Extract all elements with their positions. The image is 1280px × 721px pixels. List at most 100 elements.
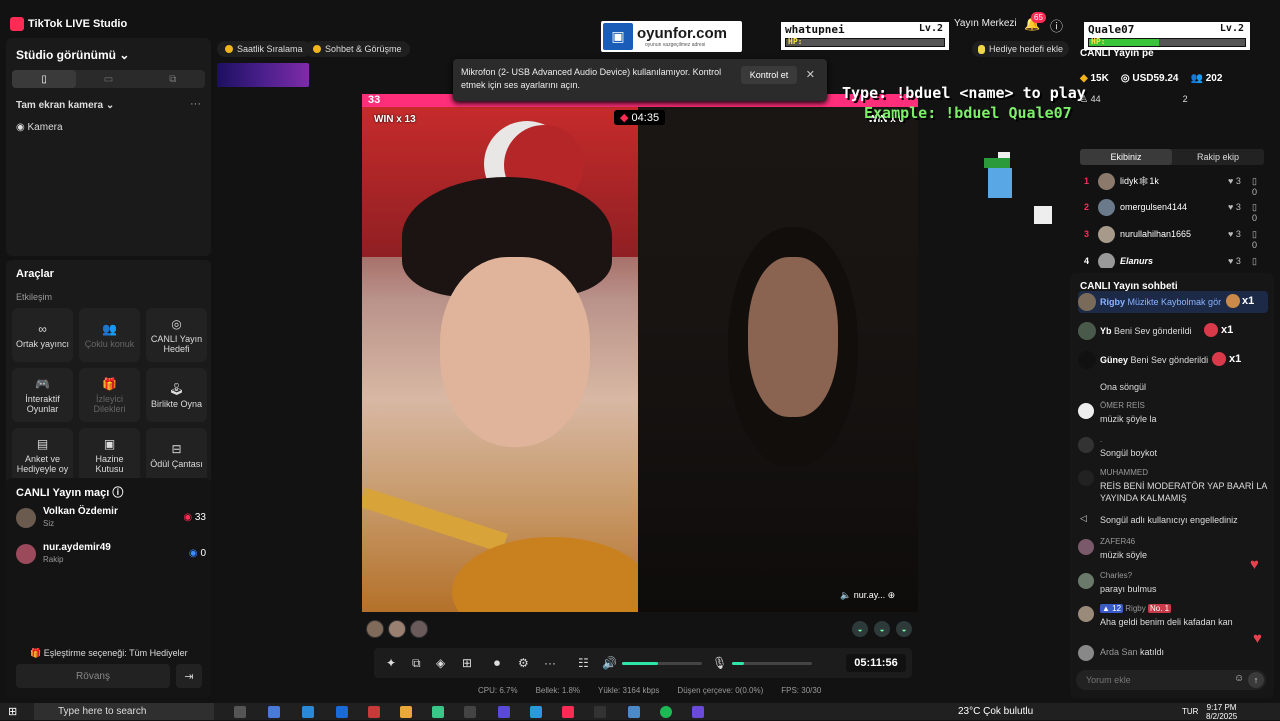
match-score: ◉ 0 bbox=[188, 548, 206, 559]
edge-icon[interactable] bbox=[530, 706, 542, 718]
check-button[interactable]: Kontrol et bbox=[741, 66, 797, 84]
gift-message[interactable]: Yb Beni Sev gönderildi x1 bbox=[1078, 320, 1268, 342]
windows-start-icon[interactable]: ⊞ bbox=[8, 705, 17, 718]
guest-seat-icon[interactable]: ◒ bbox=[852, 621, 868, 637]
record-icon[interactable]: ⏺ bbox=[494, 656, 500, 671]
duel-example: Example: !bduel Quale07 bbox=[864, 104, 1072, 122]
chat-input[interactable] bbox=[1086, 673, 1226, 687]
microphone-icon[interactable]: 🎙 bbox=[712, 656, 727, 670]
gift-message[interactable]: Güney Beni Sev gönderildi x1 bbox=[1078, 349, 1268, 371]
avatar[interactable] bbox=[366, 620, 384, 638]
block-icon: ◁ bbox=[1080, 513, 1087, 523]
emoji-icon[interactable]: ☺ bbox=[1234, 673, 1244, 684]
live-match-title: CANLI Yayın maçı ⓘ bbox=[16, 487, 124, 499]
team-row[interactable]: 4Elanurs♥ 3▯ 0 bbox=[1080, 252, 1264, 268]
volume-slider[interactable] bbox=[622, 662, 702, 665]
avatar[interactable] bbox=[410, 620, 428, 638]
close-icon[interactable]: ✕ bbox=[806, 68, 815, 81]
mic-slider[interactable] bbox=[732, 662, 812, 665]
tool-reward-bag[interactable]: ⊟ Ödül Çantası bbox=[146, 428, 207, 482]
live-duration: 05:11:56 bbox=[846, 654, 906, 672]
guest-seat-icon[interactable]: ◒ bbox=[874, 621, 890, 637]
hourly-ranking-chip[interactable]: Saatlik Sıralama bbox=[217, 41, 311, 57]
effects-icon[interactable]: ✦ bbox=[386, 656, 396, 670]
chat-message[interactable]: MUHAMMED REİS BENİ MODERATÖR YAP BAARİ LA… bbox=[1078, 468, 1268, 508]
avatar[interactable] bbox=[388, 620, 406, 638]
camera-source[interactable]: ◉ Kamera bbox=[16, 122, 63, 133]
tool-treasure-box[interactable]: ▣ Hazine Kutusu bbox=[79, 428, 140, 482]
help-icon[interactable]: ⓘ bbox=[1050, 16, 1063, 35]
more-options-icon[interactable]: ··· bbox=[190, 98, 201, 110]
app-icon[interactable] bbox=[692, 706, 704, 718]
spotify-icon[interactable] bbox=[660, 706, 672, 718]
chat-message[interactable]: Ona söngül bbox=[1078, 381, 1268, 393]
pairing-option[interactable]: 🎁 Eşleştirme seçeneği: Tüm Hediyeler bbox=[30, 648, 188, 659]
target-icon: ◎ bbox=[171, 316, 182, 331]
tool-viewer-wishes[interactable]: 🎁 İzleyici Dilekleri bbox=[79, 368, 140, 422]
coin-icon bbox=[225, 45, 233, 53]
chat-message[interactable]: ZAFER46 müzik söyle bbox=[1078, 537, 1268, 565]
promo-banner[interactable] bbox=[217, 63, 309, 87]
team-row[interactable]: 1 lidyk🕸1k ♥ 3 ▯ 0 bbox=[1080, 172, 1264, 197]
filter-icon[interactable]: ◈ bbox=[436, 656, 445, 670]
weather-widget[interactable]: 23°C Çok bulutlu bbox=[958, 706, 1033, 717]
broadcast-center-link[interactable]: Yayın Merkezi bbox=[954, 18, 1017, 29]
live-stats-secondary: ♙ 44 2 bbox=[1080, 94, 1188, 104]
speaker-icon[interactable]: 🔊 bbox=[602, 656, 617, 670]
tab-your-team[interactable]: Ekibiniz bbox=[1080, 149, 1172, 165]
system-clock[interactable]: 9:17 PM 8/2/2025 bbox=[1206, 703, 1237, 721]
chest-icon: ▣ bbox=[103, 436, 116, 451]
chevron-down-icon: ⌄ bbox=[119, 48, 130, 62]
task-view-icon[interactable] bbox=[234, 706, 246, 718]
tool-multi-guest[interactable]: 👥 Çoklu konuk bbox=[79, 308, 140, 362]
gift-message[interactable]: Rigby Müzikte Kaybolmak gör x1 bbox=[1078, 291, 1268, 313]
help-icon[interactable]: ⓘ bbox=[112, 487, 123, 499]
studio-view-dropdown[interactable]: Stüdio görünümü ⌄ bbox=[16, 48, 129, 62]
app-icon[interactable] bbox=[368, 706, 380, 718]
screen-share-icon[interactable]: ⧉ bbox=[412, 656, 421, 671]
tool-live-goal[interactable]: ◎ CANLI Yayın Hedefi bbox=[146, 308, 207, 362]
language-indicator[interactable]: TUR bbox=[1182, 707, 1198, 716]
copilot-icon[interactable] bbox=[268, 706, 280, 718]
edge-icon[interactable] bbox=[336, 706, 348, 718]
tool-interactive-games[interactable]: 🎮 İnteraktif Oyunlar bbox=[12, 368, 73, 422]
portrait-alt-mode-button[interactable]: ⧉ bbox=[141, 70, 205, 88]
adjust-icon[interactable]: ☷ bbox=[578, 656, 589, 670]
landscape-mode-button[interactable]: ▭ bbox=[76, 70, 140, 88]
team-row[interactable]: 3 nurullahilhan1665 ♥ 3 ▯ 0 bbox=[1080, 225, 1264, 250]
app-icon[interactable] bbox=[594, 706, 606, 718]
avatar bbox=[1078, 322, 1096, 340]
chat-message[interactable]: . Songül boykot bbox=[1078, 435, 1268, 463]
team-row[interactable]: 2 omergulsen4144 ♥ 3 ▯ 0 bbox=[1080, 198, 1264, 223]
chat-call-chip[interactable]: Sohbet & Görüşme bbox=[305, 41, 410, 57]
app-icon[interactable] bbox=[628, 706, 640, 718]
tool-play-together[interactable]: 🕹 Birlikte Oyna bbox=[146, 368, 207, 422]
chat-message[interactable]: Charles? parayı bulmus bbox=[1078, 571, 1268, 599]
app-icon[interactable] bbox=[432, 706, 444, 718]
interaction-group-label: Etkileşim bbox=[16, 292, 53, 302]
guest-seat-icon[interactable]: ◒ bbox=[896, 621, 912, 637]
add-source-icon[interactable]: ⊞ bbox=[462, 656, 472, 670]
tool-poll[interactable]: ▤ Anket ve Hediyeyle oy bbox=[12, 428, 73, 482]
chat-message[interactable]: ÖMER REİS müzik şöyle la bbox=[1078, 401, 1268, 429]
rematch-button[interactable]: Rövanş bbox=[16, 664, 170, 688]
app-icon[interactable] bbox=[464, 706, 476, 718]
send-icon[interactable]: ↑ bbox=[1248, 672, 1264, 688]
tiktok-icon[interactable] bbox=[562, 706, 574, 718]
avatar bbox=[1078, 403, 1094, 419]
taskbar-search[interactable]: Type here to search bbox=[34, 703, 214, 720]
tool-co-host[interactable]: ∞ Ortak yayıncı bbox=[12, 308, 73, 362]
opponent-name-tag[interactable]: 🔈 nur.ay... ⊕ bbox=[840, 590, 895, 601]
tools-panel: Araçlar Etkileşim ∞ Ortak yayıncı 👥 Çoklu … bbox=[6, 260, 211, 488]
settings-icon[interactable]: ⚙ bbox=[518, 656, 529, 670]
folder-icon[interactable] bbox=[400, 706, 412, 718]
store-icon[interactable] bbox=[302, 706, 314, 718]
exit-match-icon[interactable]: ⇥ bbox=[176, 664, 202, 688]
add-gift-goal-chip[interactable]: Hediye hedefi ekle bbox=[972, 41, 1070, 57]
portrait-mode-button[interactable]: ▯ bbox=[12, 70, 77, 88]
more-icon[interactable]: ··· bbox=[544, 656, 556, 670]
tab-opponent-team[interactable]: Rakip ekip bbox=[1172, 149, 1264, 165]
app-icon[interactable] bbox=[498, 706, 510, 718]
chat-message[interactable]: ▲ 12 Rigby No. 1 Aha geldi benim deli kaf… bbox=[1078, 604, 1268, 634]
scene-dropdown[interactable]: Tam ekran kamera ⌄ bbox=[16, 100, 114, 111]
